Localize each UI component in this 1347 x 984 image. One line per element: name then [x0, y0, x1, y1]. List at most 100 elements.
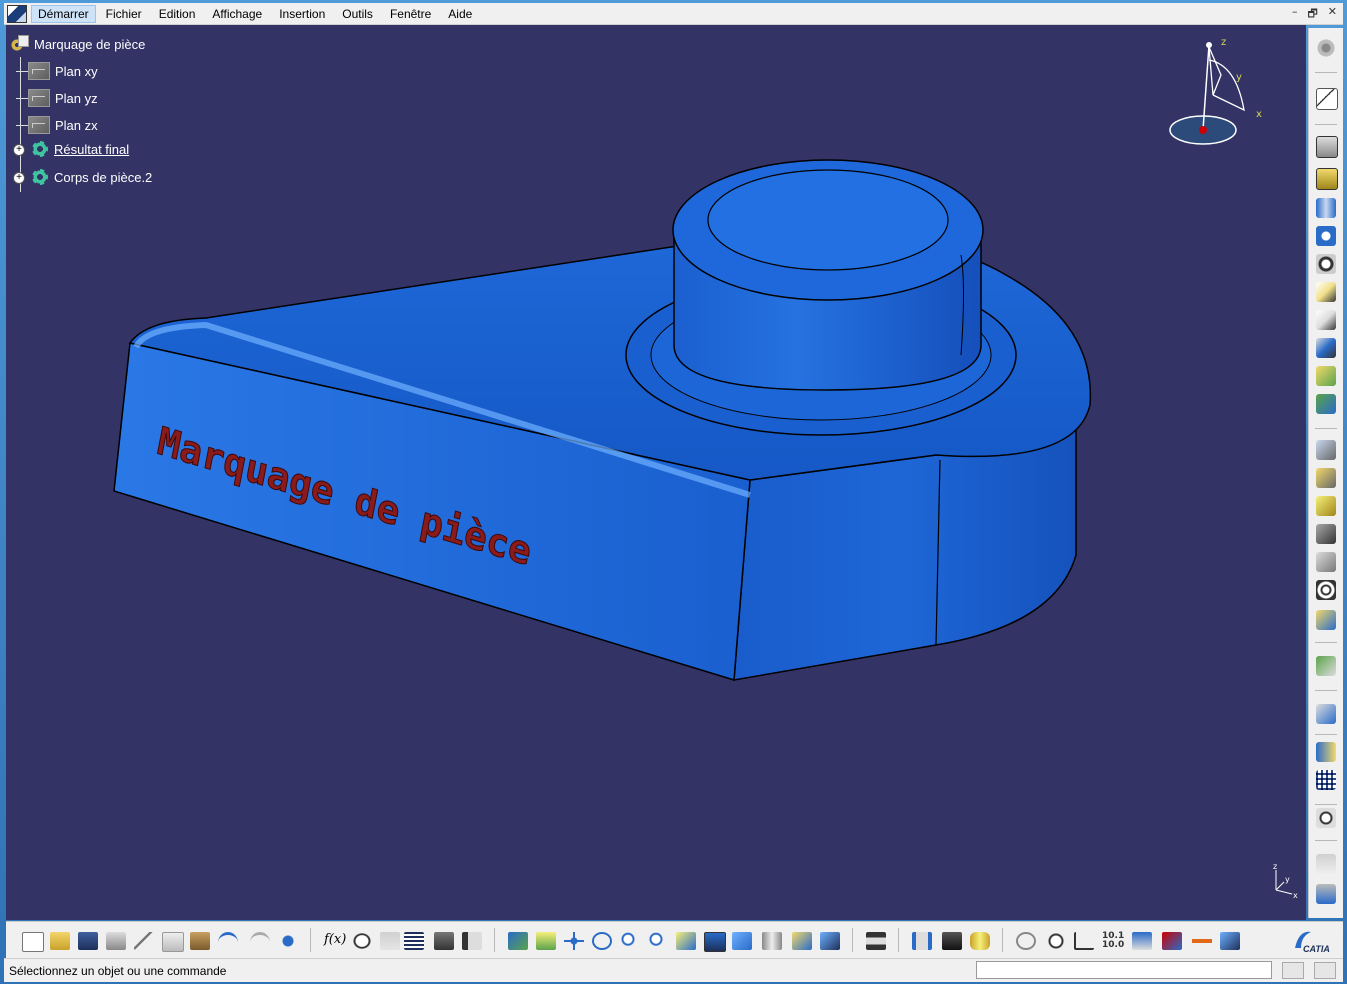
- status-message: Sélectionnez un objet ou une commande: [9, 964, 227, 978]
- plane-icon: [28, 62, 50, 80]
- edge-fillet-icon[interactable]: [1316, 440, 1336, 460]
- removed-multi-section-icon[interactable]: [1316, 394, 1336, 414]
- minimize-button[interactable]: –: [1292, 5, 1298, 24]
- part-model[interactable]: Marquage de pièce: [6, 25, 1306, 920]
- iso-view-icon[interactable]: [732, 932, 752, 950]
- fly-mode-icon[interactable]: [508, 932, 528, 950]
- tree-item-plan-xy[interactable]: Plan xy: [16, 62, 98, 80]
- boolean-icon[interactable]: [1316, 704, 1336, 724]
- menu-aide[interactable]: Aide: [441, 5, 479, 23]
- command-clear-button[interactable]: [1314, 962, 1336, 979]
- tree-item-plan-yz[interactable]: Plan yz: [16, 89, 98, 107]
- rotate-icon[interactable]: [592, 932, 612, 950]
- new-document-icon[interactable]: [22, 932, 44, 952]
- swap-space-icon[interactable]: [820, 932, 840, 950]
- material-icon[interactable]: [1220, 932, 1240, 950]
- chamfer-icon[interactable]: [1316, 468, 1336, 488]
- catia-app-icon[interactable]: [7, 4, 27, 23]
- shell-icon[interactable]: [1316, 524, 1336, 544]
- paste-icon[interactable]: [190, 932, 210, 950]
- zoom-out-icon[interactable]: [648, 932, 668, 950]
- tree-item-resultat-final[interactable]: + Résultat final: [13, 141, 129, 157]
- open-folder-icon[interactable]: [50, 932, 70, 950]
- hide-show-icon[interactable]: [792, 932, 812, 950]
- dimension-icon[interactable]: [1192, 932, 1212, 950]
- shaft-icon[interactable]: [1316, 198, 1336, 218]
- cut-icon[interactable]: [134, 932, 154, 950]
- measure-inertia-icon[interactable]: [970, 932, 990, 950]
- draft-icon[interactable]: [1316, 496, 1336, 516]
- annotation-icon[interactable]: [1316, 808, 1336, 828]
- restore-button[interactable]: 🗗: [1307, 5, 1317, 24]
- menu-fichier[interactable]: Fichier: [99, 5, 149, 23]
- multi-section-solid-icon[interactable]: [1316, 366, 1336, 386]
- lock-icon[interactable]: [434, 932, 454, 950]
- compass-icon[interactable]: z y x: [1166, 35, 1266, 155]
- rotate-view-icon[interactable]: [1016, 932, 1036, 950]
- apply-material-icon[interactable]: [1316, 884, 1336, 904]
- sketch-tools-icon[interactable]: [1316, 38, 1336, 58]
- command-input[interactable]: [976, 961, 1272, 979]
- pattern-icon[interactable]: [1316, 770, 1336, 790]
- split-icon[interactable]: [1316, 742, 1336, 762]
- hand-pan-icon[interactable]: [1046, 932, 1066, 950]
- 3d-viewport[interactable]: Marquage de pièce Marquage de pièce Plan…: [6, 25, 1306, 920]
- part-document-icon: [10, 35, 29, 53]
- measure-between-icon[interactable]: [912, 932, 932, 950]
- tree-item-corps-de-piece-2[interactable]: + Corps de pièce.2: [13, 169, 152, 185]
- rib-icon[interactable]: [1316, 282, 1336, 302]
- svg-text:CATIA: CATIA: [1303, 944, 1330, 954]
- stiffener-icon[interactable]: [1316, 338, 1336, 358]
- measure-item-icon[interactable]: [942, 932, 962, 950]
- fit-all-icon[interactable]: [536, 932, 556, 950]
- shading-icon[interactable]: [762, 932, 782, 950]
- axis-system-icon[interactable]: [1074, 932, 1094, 950]
- sketcher-icon[interactable]: [1316, 88, 1338, 110]
- print-icon[interactable]: [106, 932, 126, 950]
- tree-root-label: Marquage de pièce: [34, 36, 146, 52]
- menu-outils[interactable]: Outils: [335, 5, 380, 23]
- close-button[interactable]: ✕: [1328, 5, 1337, 24]
- save-icon[interactable]: [78, 932, 98, 950]
- redo-icon[interactable]: [250, 932, 270, 953]
- remove-face-icon[interactable]: [1316, 610, 1336, 630]
- groove-icon[interactable]: [1316, 226, 1336, 246]
- hole-icon[interactable]: [1316, 254, 1336, 274]
- translation-icon[interactable]: [1316, 656, 1336, 676]
- undo-icon[interactable]: [218, 932, 238, 953]
- thickness-icon[interactable]: [1316, 552, 1336, 572]
- knowledge-icon[interactable]: [380, 932, 400, 950]
- pocket-icon[interactable]: [1316, 168, 1338, 190]
- measure-icon[interactable]: [1316, 854, 1336, 874]
- tree-item-label: Plan xy: [55, 63, 98, 79]
- table-icon[interactable]: [404, 932, 424, 950]
- axis-z-label: z: [1273, 862, 1277, 871]
- tree-item-label: Plan zx: [55, 117, 98, 133]
- copy-icon[interactable]: [162, 932, 184, 952]
- menu-demarrer[interactable]: Démarrer: [31, 4, 96, 23]
- tree-root[interactable]: Marquage de pièce: [10, 35, 145, 53]
- menu-fenetre[interactable]: Fenêtre: [383, 5, 438, 23]
- menu-edition[interactable]: Edition: [152, 5, 203, 23]
- slot-icon[interactable]: [1316, 310, 1336, 330]
- expand-icon[interactable]: +: [13, 144, 25, 156]
- check-icon[interactable]: [462, 932, 482, 950]
- snap-to-point-icon[interactable]: [1162, 932, 1182, 950]
- pan-icon[interactable]: [564, 932, 584, 950]
- pad-icon[interactable]: [1316, 136, 1338, 158]
- work-on-support-icon[interactable]: [1132, 932, 1152, 950]
- tree-item-plan-zx[interactable]: Plan zx: [16, 116, 98, 134]
- formula-icon[interactable]: f(x): [324, 932, 346, 950]
- menu-insertion[interactable]: Insertion: [272, 5, 332, 23]
- menu-affichage[interactable]: Affichage: [205, 5, 269, 23]
- grid-snap-icon[interactable]: 10.1 10.0: [1102, 932, 1124, 950]
- command-history-button[interactable]: [1282, 962, 1304, 979]
- update-icon[interactable]: [866, 932, 886, 950]
- multi-view-icon[interactable]: [704, 932, 726, 952]
- thread-icon[interactable]: [1316, 580, 1336, 600]
- normal-view-icon[interactable]: [676, 932, 696, 950]
- expand-icon[interactable]: +: [13, 172, 25, 184]
- whats-this-icon[interactable]: [278, 932, 298, 950]
- zoom-in-icon[interactable]: [620, 932, 640, 950]
- comment-icon[interactable]: [352, 932, 372, 950]
